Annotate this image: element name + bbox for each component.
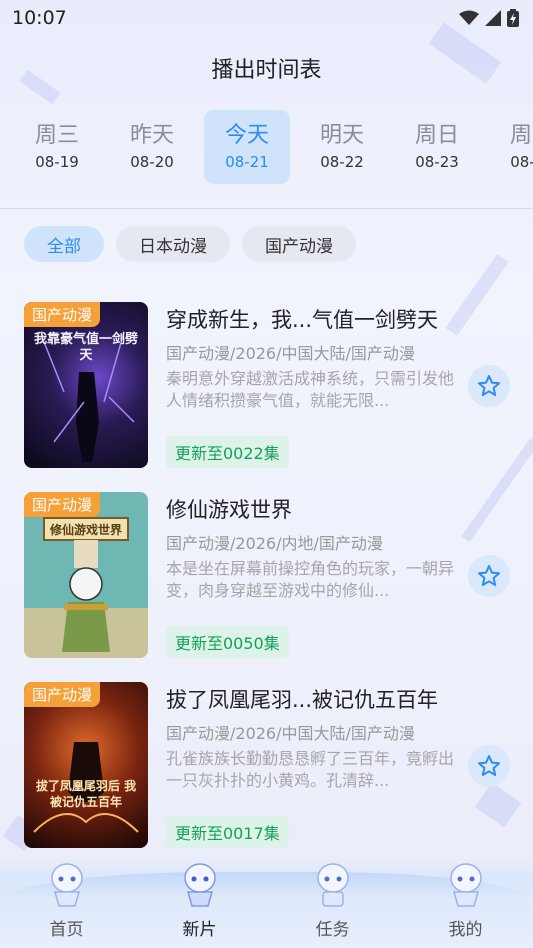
tab-label: 我的 <box>448 920 483 940</box>
anime-list: 我靠豪气值一剑劈天 国产动漫 穿成新生，我...气值一剑劈天 国产动漫/2026… <box>24 302 514 872</box>
filter-chip-chinese[interactable]: 国产动漫 <box>242 226 356 262</box>
battery-icon <box>507 9 519 27</box>
poster[interactable]: 我靠豪气值一剑劈天 国产动漫 <box>24 302 148 468</box>
poster[interactable]: 修仙游戏世界 国产动漫 <box>24 492 148 658</box>
tab-label: 新片 <box>182 920 217 940</box>
anime-title: 穿成新生，我...气值一剑劈天 <box>166 308 439 332</box>
day-date: 08-21 <box>225 153 269 171</box>
update-status: 更新至0022集 <box>166 436 289 468</box>
day-tab-yesterday[interactable]: 昨天 08-20 <box>109 110 195 184</box>
anime-meta: 国产动漫/2026/内地/国产动漫 <box>166 534 383 553</box>
day-date: 08-24 <box>510 153 533 171</box>
poster[interactable]: 拔了凤凰尾羽后 我被记仇五百年 国产动漫 <box>24 682 148 848</box>
category-filter: 全部 日本动漫 国产动漫 <box>24 226 356 262</box>
status-time: 10:07 <box>12 7 67 29</box>
update-status: 更新至0050集 <box>166 626 289 658</box>
bottom-tab-bar: 首页 新片 任务 我的 <box>0 858 533 948</box>
favorite-button[interactable] <box>468 745 510 787</box>
star-icon <box>478 755 500 776</box>
status-icons <box>459 9 519 27</box>
day-tab-tomorrow[interactable]: 明天 08-22 <box>299 110 385 184</box>
favorite-button[interactable] <box>468 555 510 597</box>
day-name: 周三 <box>34 123 79 148</box>
tab-label: 任务 <box>315 920 350 940</box>
day-date: 08-20 <box>130 153 174 171</box>
day-tab-today[interactable]: 今天 08-21 <box>204 110 290 184</box>
day-date: 08-22 <box>320 153 364 171</box>
anime-description: 秦明意外穿越激活成神系统，只需引发他人情绪积攒豪气值，就能无限... <box>166 369 454 410</box>
day-name: 昨天 <box>129 123 174 148</box>
anime-description: 孔雀族族长勤勤恳恳孵了三百年，竟孵出一只灰扑扑的小黄鸡。孔清辞... <box>166 749 454 790</box>
anime-card[interactable]: 我靠豪气值一剑劈天 国产动漫 穿成新生，我...气值一剑劈天 国产动漫/2026… <box>24 302 514 492</box>
category-badge: 国产动漫 <box>24 302 101 327</box>
anime-title: 拔了凤凰尾羽...被记仇五百年 <box>166 688 439 712</box>
day-date: 08-19 <box>35 153 79 171</box>
page-title: 播出时间表 <box>211 58 322 83</box>
day-name: 明天 <box>319 123 364 148</box>
mascot-icon <box>50 863 83 907</box>
anime-card[interactable]: 拔了凤凰尾羽后 我被记仇五百年 国产动漫 拔了凤凰尾羽...被记仇五百年 国产动… <box>24 682 514 872</box>
wifi-icon <box>459 10 479 25</box>
day-date: 08-23 <box>415 153 459 171</box>
filter-chip-japanese[interactable]: 日本动漫 <box>116 226 230 262</box>
star-icon <box>478 375 500 396</box>
poster-text: 拔了凤凰尾羽后 我被记仇五百年 <box>35 779 137 809</box>
favorite-button[interactable] <box>468 365 510 407</box>
day-tab-sun[interactable]: 周日 08-23 <box>394 110 480 184</box>
poster-text: 修仙游戏世界 <box>49 523 122 537</box>
mascot-icon <box>183 863 216 907</box>
tab-profile[interactable]: 我的 <box>399 858 532 948</box>
tab-home[interactable]: 首页 <box>0 858 133 948</box>
poster-text: 我靠豪气值一剑劈天 <box>33 332 138 363</box>
star-icon <box>478 565 500 586</box>
day-selector: 周三 08-19 昨天 08-20 今天 08-21 明天 08-22 周日 0… <box>14 110 533 184</box>
category-badge: 国产动漫 <box>24 492 101 517</box>
mascot-icon <box>449 863 482 907</box>
category-badge: 国产动漫 <box>24 682 101 707</box>
signal-icon <box>485 10 501 26</box>
divider <box>0 208 533 209</box>
tab-tasks[interactable]: 任务 <box>266 858 399 948</box>
status-bar: 10:07 <box>0 0 533 36</box>
update-status: 更新至0017集 <box>166 816 289 848</box>
day-name: 周日 <box>414 123 459 148</box>
filter-chip-all[interactable]: 全部 <box>24 226 104 262</box>
day-tab-mon[interactable]: 周一 08-24 <box>489 110 533 184</box>
tab-new-releases[interactable]: 新片 <box>133 858 266 948</box>
day-name: 今天 <box>224 123 269 148</box>
anime-description: 本是坐在屏幕前操控角色的玩家，一朝异变，肉身穿越至游戏中的修仙... <box>166 559 454 600</box>
anime-card[interactable]: 修仙游戏世界 国产动漫 修仙游戏世界 国产动漫/2026/内地/国产动漫 本是坐… <box>24 492 514 682</box>
day-tab-wed[interactable]: 周三 08-19 <box>14 110 100 184</box>
mascot-icon <box>316 863 349 907</box>
anime-meta: 国产动漫/2026/中国大陆/国产动漫 <box>166 344 415 363</box>
anime-title: 修仙游戏世界 <box>166 498 292 522</box>
anime-meta: 国产动漫/2026/中国大陆/国产动漫 <box>166 724 415 743</box>
tab-label: 首页 <box>49 920 84 940</box>
day-name: 周一 <box>509 123 533 148</box>
